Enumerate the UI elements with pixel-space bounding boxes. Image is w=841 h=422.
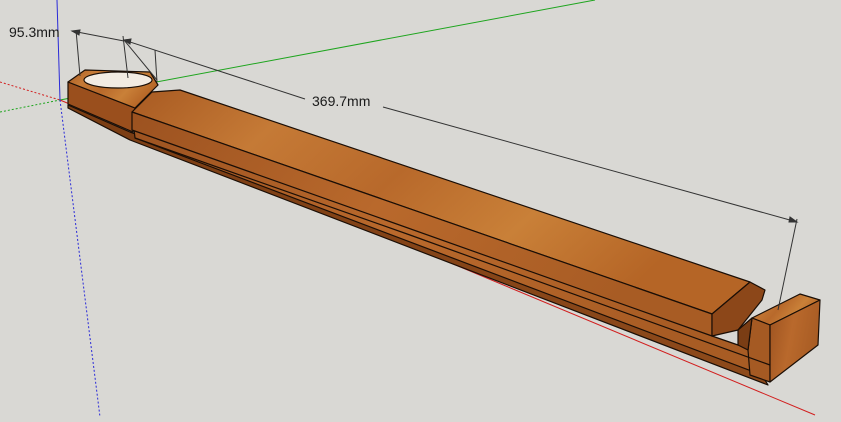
wooden-rail-model[interactable] (67, 69, 821, 386)
blue-axis-neg (59, 99, 101, 418)
slot-hole (83, 71, 153, 89)
model-canvas[interactable]: 95.3mm 369.7mm (0, 0, 841, 418)
green-axis-neg (0, 99, 61, 113)
rail-side-face (131, 111, 713, 337)
dimension-label-95mm: 95.3mm (9, 24, 60, 40)
dimension-label-369mm: 369.7mm (312, 93, 370, 109)
blue-axis (56, 0, 61, 101)
red-axis-neg (0, 81, 61, 101)
dim-95-ext-left (75, 29, 81, 77)
sketchup-viewport[interactable]: 95.3mm 369.7mm (0, 0, 841, 418)
dim-369-arrow-right (788, 216, 799, 223)
